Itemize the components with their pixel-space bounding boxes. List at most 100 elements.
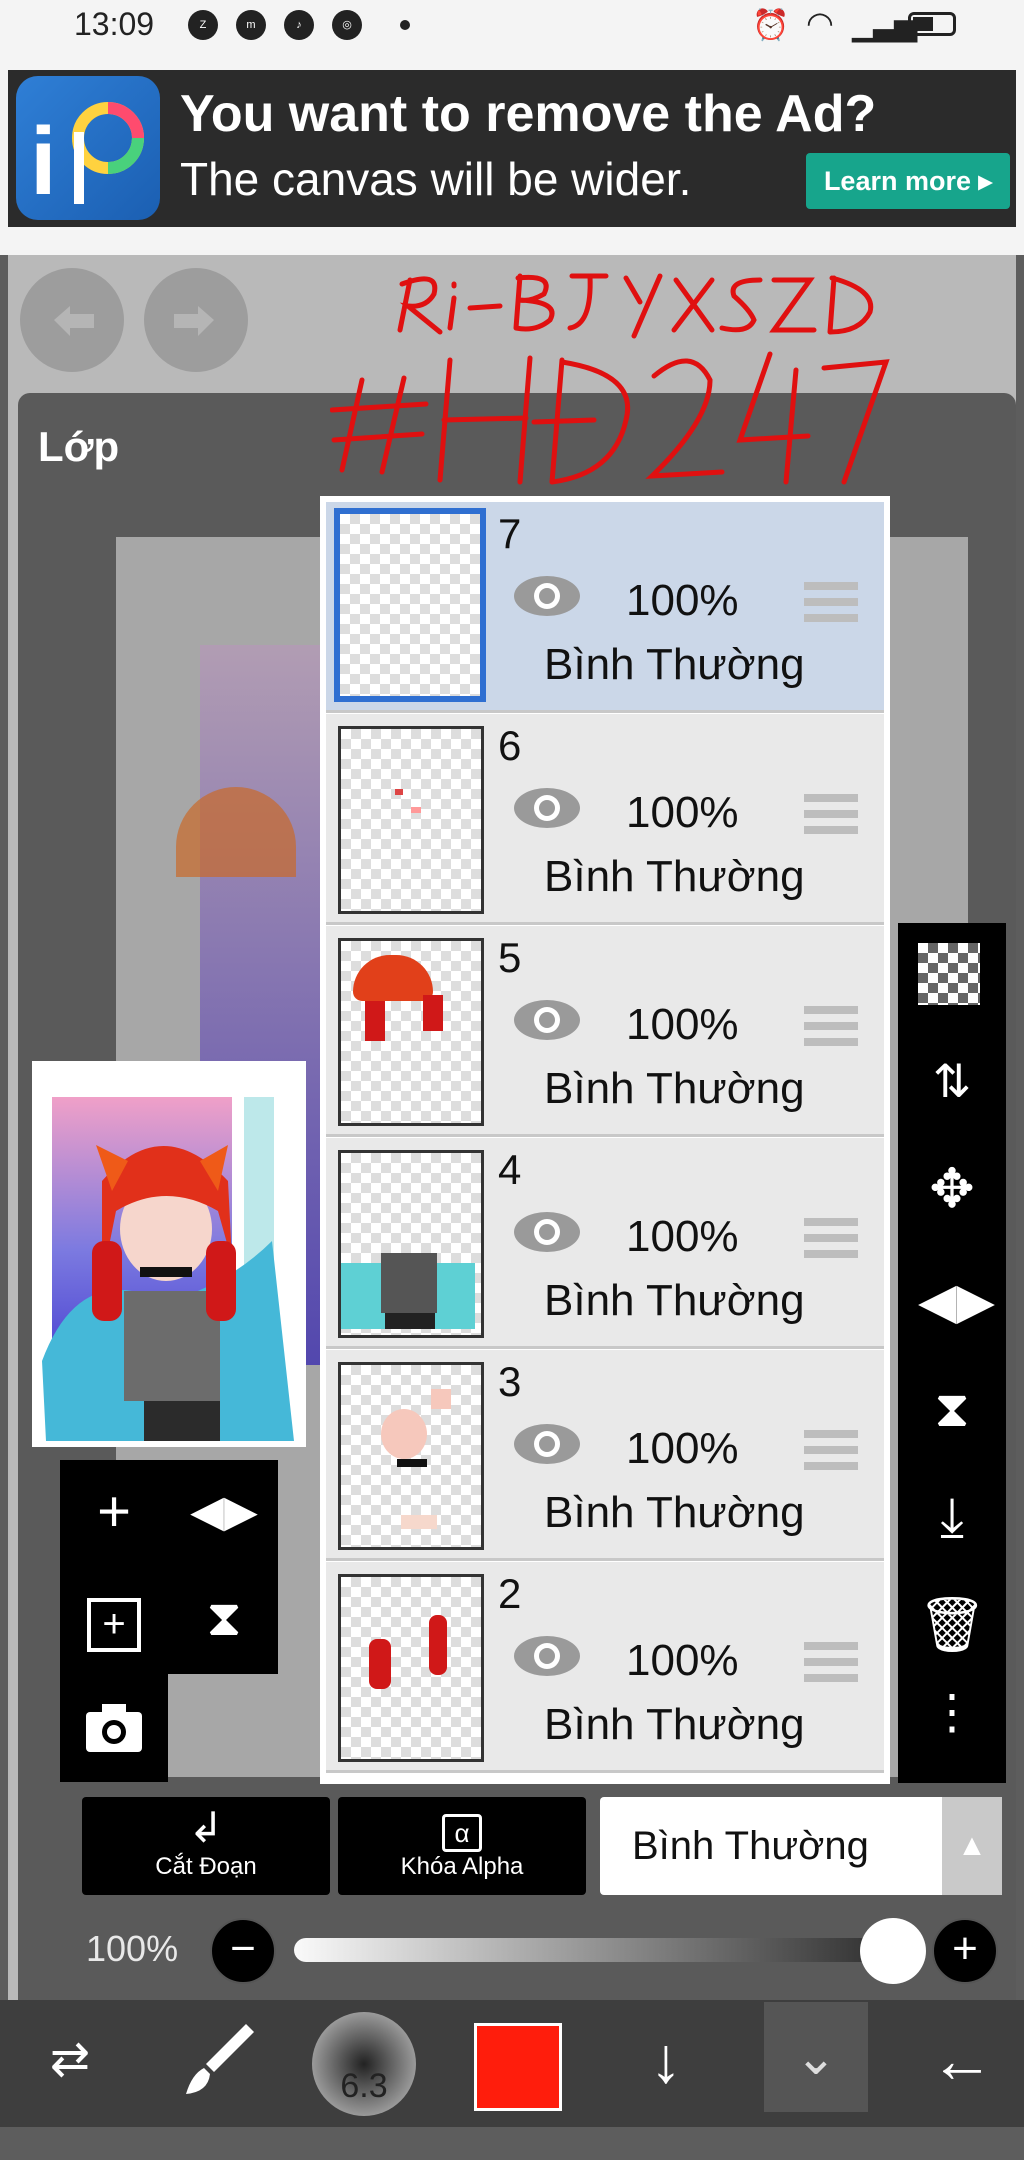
transparent-background-icon[interactable] [918,943,980,1005]
undo-button[interactable] [20,268,124,372]
ad-title: You want to remove the Ad? [180,85,877,143]
eye-icon[interactable] [512,574,582,618]
camera-toolbar [60,1674,168,1782]
opacity-value: 100% [86,1928,179,1969]
layer-blend-mode: Bình Thường [544,852,805,901]
layer-thumbnail [338,1362,484,1550]
layer-thumbnail [338,726,484,914]
ibispaint-logo-icon: i [16,76,160,220]
layer-number: 3 [498,1358,522,1405]
canvas-thumbnail[interactable] [32,1061,306,1447]
drag-handle-icon[interactable] [804,1006,858,1050]
clipping-arrow-icon: ↲ [188,1804,224,1851]
swap-layer-icon[interactable]: ⇅ [918,1047,986,1115]
wifi-icon: ◠ [806,5,834,41]
layer-blend-mode: Bình Thường [544,1700,805,1749]
layer-row-3[interactable]: 3 100% Bình Thường [326,1350,884,1561]
layer-opacity: 100% [626,1212,739,1261]
blend-mode-select[interactable]: Bình Thường [600,1797,942,1895]
layer-row-7[interactable]: 7 100% Bình Thường [326,502,884,713]
eye-icon[interactable] [512,786,582,830]
clipping-button[interactable]: ↲ Cắt Đoạn [82,1797,330,1895]
layer-opacity: 100% [626,576,739,625]
svg-text:i: i [30,108,57,215]
tool-switch-icon[interactable]: ⇄ [20,2010,120,2110]
trash-icon[interactable]: 🗑 [918,1591,987,1659]
eye-icon[interactable] [512,998,582,1042]
tiktok-icon: ♪ [284,10,314,40]
layer-list[interactable]: 7 100% Bình Thường 6 100% Bình Thường 5 … [320,496,890,1784]
layer-row-5[interactable]: 5 100% Bình Thường [326,926,884,1137]
brush-size-value: 6.3 [340,2067,388,2105]
layer-row-6[interactable]: 6 100% Bình Thường [326,714,884,925]
layer-number: 6 [498,722,522,769]
chevron-up-icon[interactable]: ▲ [942,1797,1002,1895]
eye-icon[interactable] [512,1634,582,1678]
opacity-slider-handle[interactable] [860,1918,926,1984]
layer-number: 7 [498,510,522,557]
status-bar: 13:09 Z m ♪ ◎ ⏰ ◠ ▁▃▅ [0,0,1024,50]
layer-number: 5 [498,934,522,981]
eye-icon[interactable] [512,1210,582,1254]
ad-subtitle: The canvas will be wider. [180,153,692,205]
layer-blend-mode: Bình Thường [544,1488,805,1537]
chrome-icon: ◎ [332,10,362,40]
messenger-icon: m [236,10,266,40]
status-time: 13:09 [74,6,155,42]
opacity-decrease-button[interactable]: − [210,1918,276,1984]
eye-icon[interactable] [512,1422,582,1466]
layer-row-2[interactable]: 2 100% Bình Thường [326,1562,884,1773]
layer-number: 4 [498,1146,522,1193]
drag-handle-icon[interactable] [804,794,858,838]
layer-thumbnail [338,1150,484,1338]
camera-icon[interactable] [74,1688,154,1768]
layer-thumbnail [338,938,484,1126]
drag-handle-icon[interactable] [804,1430,858,1474]
brush-size-button[interactable]: 6.3 [312,2012,416,2116]
handwritten-watermark [330,273,890,485]
opacity-slider[interactable] [294,1938,926,1962]
flip-horizontal-icon[interactable]: ◀▶ [918,1267,995,1335]
layer-thumbnail [334,508,486,702]
layer-blend-mode: Bình Thường [544,1064,805,1113]
flip-vertical-icon[interactable]: ⧗ [184,1578,264,1658]
layer-add-toolbar: + ◀▶ + ⧗ [60,1460,278,1674]
alpha-lock-button[interactable]: α Khóa Alpha [338,1797,586,1895]
layer-opacity: 100% [626,788,739,837]
move-icon[interactable]: ✥ [918,1155,986,1223]
dot-icon [400,20,410,30]
add-layer-icon[interactable]: + [74,1472,154,1552]
layer-number: 2 [498,1570,522,1617]
layer-blend-mode: Bình Thường [544,1276,805,1325]
redo-button[interactable] [144,268,248,372]
merge-down-icon[interactable]: ⤓ [918,1483,986,1551]
signal-icon: ▁▃▅ [852,9,917,42]
layer-thumbnail [338,1574,484,1762]
duplicate-layer-icon[interactable]: + [74,1578,154,1658]
layer-opacity: 100% [626,1424,739,1473]
panel-title: Lớp [38,423,120,470]
layer-row-4[interactable]: 4 100% Bình Thường [326,1138,884,1349]
opacity-increase-button[interactable]: + [932,1918,998,1984]
arrow-down-icon[interactable]: ↓ [616,2010,716,2110]
color-swatch[interactable] [474,2023,562,2111]
drag-handle-icon[interactable] [804,582,858,626]
lock-icon: α [338,1803,586,1853]
battery-icon [908,12,956,36]
zalo-icon: Z [188,10,218,40]
brush-icon[interactable] [168,2010,268,2110]
alpha-lock-label: Khóa Alpha [400,1853,524,1880]
learn-more-button[interactable]: Learn more ▸ [806,153,1010,209]
drag-handle-icon[interactable] [804,1642,858,1686]
back-arrow-icon[interactable]: ← [912,2010,1012,2110]
chevron-down-icon[interactable]: ⌄ [764,2002,868,2112]
clipping-label: Cắt Đoạn [155,1853,257,1880]
layer-side-toolbar: ⇅ ✥ ◀▶ ⧗ ⤓ 🗑 ⋮ [898,923,1006,1783]
flip-horizontal-icon[interactable]: ◀▶ [184,1472,264,1552]
flip-vertical-icon[interactable]: ⧗ [918,1375,986,1443]
drag-handle-icon[interactable] [804,1218,858,1262]
more-options-icon[interactable]: ⋮ [918,1689,986,1761]
alarm-icon: ⏰ [752,9,790,42]
layer-opacity: 100% [626,1636,739,1685]
layer-opacity: 100% [626,1000,739,1049]
